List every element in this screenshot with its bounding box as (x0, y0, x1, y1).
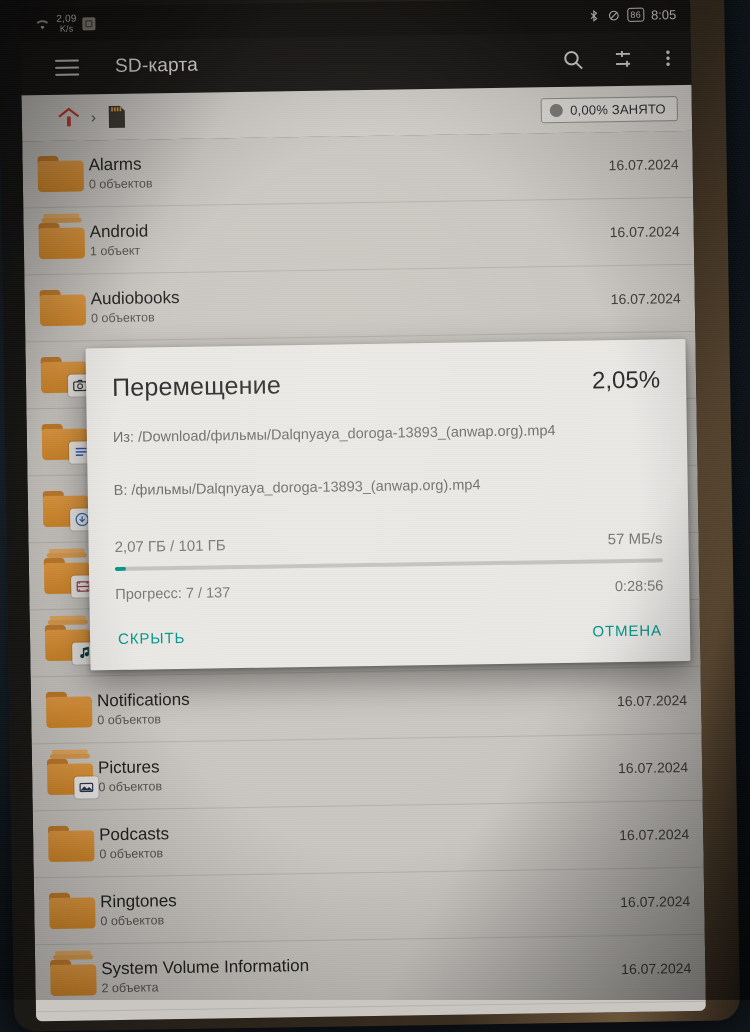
row-text: System Volume Information 2 объекта (101, 951, 611, 996)
picture-icon (74, 776, 99, 799)
row-date: 16.07.2024 (609, 223, 680, 241)
hamburger-icon[interactable] (54, 59, 80, 76)
dialog-time-remaining: 0:28:56 (614, 578, 664, 595)
dialog-header: Перемещение 2,05% (112, 365, 660, 403)
breadcrumb-separator: › (90, 108, 96, 126)
row-icon-wrap (38, 490, 95, 531)
row-text: Alarms 0 объектов (88, 147, 598, 191)
home-icon[interactable] (56, 104, 82, 130)
table-row[interactable]: Ringtones 0 объектов 16.07.2024 (33, 867, 705, 946)
phone-screen: 2,09 K/s 86 8:05 SD-карта › 0,00% ЗАНЯТО… (20, 0, 706, 1022)
dialog-source-path: Из: /Download/фильмы/Dalqnyaya_doroga-13… (112, 423, 556, 447)
battery-icon: 86 (627, 7, 645, 22)
row-icon-wrap (32, 155, 89, 193)
usage-dot-icon (550, 103, 564, 117)
table-row[interactable]: Podcasts 0 объектов 16.07.2024 (32, 800, 704, 879)
app-mini-icon (82, 16, 96, 30)
row-icon-wrap (45, 959, 102, 997)
table-row[interactable]: Pictures 0 объектов 16.07.2024 (31, 733, 703, 812)
table-row[interactable]: Notifications 0 объектов 16.07.2024 (30, 666, 702, 745)
folder-icon (47, 825, 95, 863)
breadcrumb-items: › (56, 104, 129, 131)
row-text: Audiobooks 0 объектов (91, 281, 601, 326)
hide-button[interactable]: СКРЫТЬ (116, 624, 188, 654)
dialog-progress-row: Прогресс: 7 / 137 0:28:56 (115, 578, 663, 603)
clock: 8:05 (650, 6, 677, 23)
network-speed-unit: K/s (59, 23, 74, 34)
row-text: Ringtones 0 объектов (100, 884, 610, 929)
table-row[interactable]: Audiobooks 0 объектов 16.07.2024 (24, 264, 696, 343)
dialog-speed-label: 57 МБ/s (607, 530, 663, 548)
row-date: 16.07.2024 (621, 959, 692, 978)
folder-icon (37, 155, 85, 193)
row-icon-wrap (34, 222, 91, 260)
row-icon-wrap (39, 557, 96, 598)
folder-stack-icon (44, 624, 97, 665)
search-icon[interactable] (561, 48, 585, 72)
network-speed: 2,09 K/s (56, 13, 77, 34)
row-text: Notifications 0 объектов (97, 683, 607, 728)
row-icon-wrap (37, 423, 94, 464)
status-bar-right: 86 8:05 (587, 7, 676, 23)
folder-icon (41, 423, 94, 464)
sd-card-icon[interactable] (105, 104, 129, 130)
row-icon-wrap (40, 624, 97, 665)
dialog-destination-path: В: /фильмы/Dalqnyaya_doroga-13893_(anwap… (113, 477, 481, 499)
dialog-size-row: 2,07 ГБ / 101 ГБ 57 МБ/s (114, 530, 662, 556)
row-date: 16.07.2024 (616, 692, 688, 710)
dialog-percent: 2,05% (591, 366, 661, 395)
row-date: 16.07.2024 (610, 290, 681, 308)
progress-bar-fill (114, 566, 127, 571)
dialog-actions: СКРЫТЬ ОТМЕНА (116, 616, 664, 654)
row-date: 16.07.2024 (617, 759, 689, 777)
folder-stack-icon (43, 557, 96, 598)
page-title: SD-карта (114, 54, 199, 77)
folder-stack-icon (38, 222, 86, 260)
folder-icon (42, 490, 95, 531)
toolbar-actions (561, 46, 677, 72)
folder-stack-icon (46, 758, 99, 799)
dialog-title: Перемещение (111, 371, 282, 403)
status-bar-left: 2,09 K/s (34, 13, 96, 34)
row-icon-wrap (36, 356, 93, 397)
folder-icon (39, 289, 87, 327)
folder-stack-icon (50, 959, 97, 997)
row-date: 16.07.2024 (620, 893, 691, 911)
row-text: Podcasts 0 объектов (99, 817, 609, 862)
sort-filter-icon[interactable] (613, 47, 637, 71)
table-row[interactable]: System Volume Information 2 объекта 16.07.… (34, 934, 706, 1013)
folder-icon (40, 356, 93, 397)
folder-icon (45, 691, 93, 729)
usage-label: 0,00% ЗАНЯТО (570, 100, 666, 118)
row-date: 16.07.2024 (618, 826, 690, 844)
move-progress-dialog: Перемещение 2,05% Из: /Download/фильмы/D… (85, 339, 691, 671)
dialog-size-label: 2,07 ГБ / 101 ГБ (114, 536, 226, 556)
mute-icon (607, 7, 620, 22)
progress-bar (114, 558, 663, 571)
dialog-progress-label: Прогресс: 7 / 137 (115, 584, 231, 603)
cancel-button[interactable]: ОТМЕНА (590, 616, 664, 646)
more-vertical-icon[interactable] (665, 46, 671, 70)
row-icon-wrap (41, 691, 98, 729)
row-icon-wrap (43, 825, 100, 863)
folder-icon (49, 892, 96, 930)
table-row[interactable]: Android 1 объект 16.07.2024 (23, 197, 695, 276)
row-text: Pictures 0 объектов (98, 750, 608, 795)
row-icon-wrap (44, 892, 101, 930)
row-date: 16.07.2024 (608, 156, 679, 174)
table-row[interactable]: Alarms 0 объектов 16.07.2024 (22, 130, 694, 209)
row-text: Android 1 объект (90, 214, 600, 258)
storage-usage-badge: 0,00% ЗАНЯТО (540, 95, 678, 123)
phone-device: 2,09 K/s 86 8:05 SD-карта › 0,00% ЗАНЯТО… (0, 0, 741, 1032)
bluetooth-icon (587, 8, 600, 23)
row-icon-wrap (42, 758, 99, 799)
wifi-icon (34, 16, 50, 32)
row-icon-wrap (35, 289, 92, 327)
